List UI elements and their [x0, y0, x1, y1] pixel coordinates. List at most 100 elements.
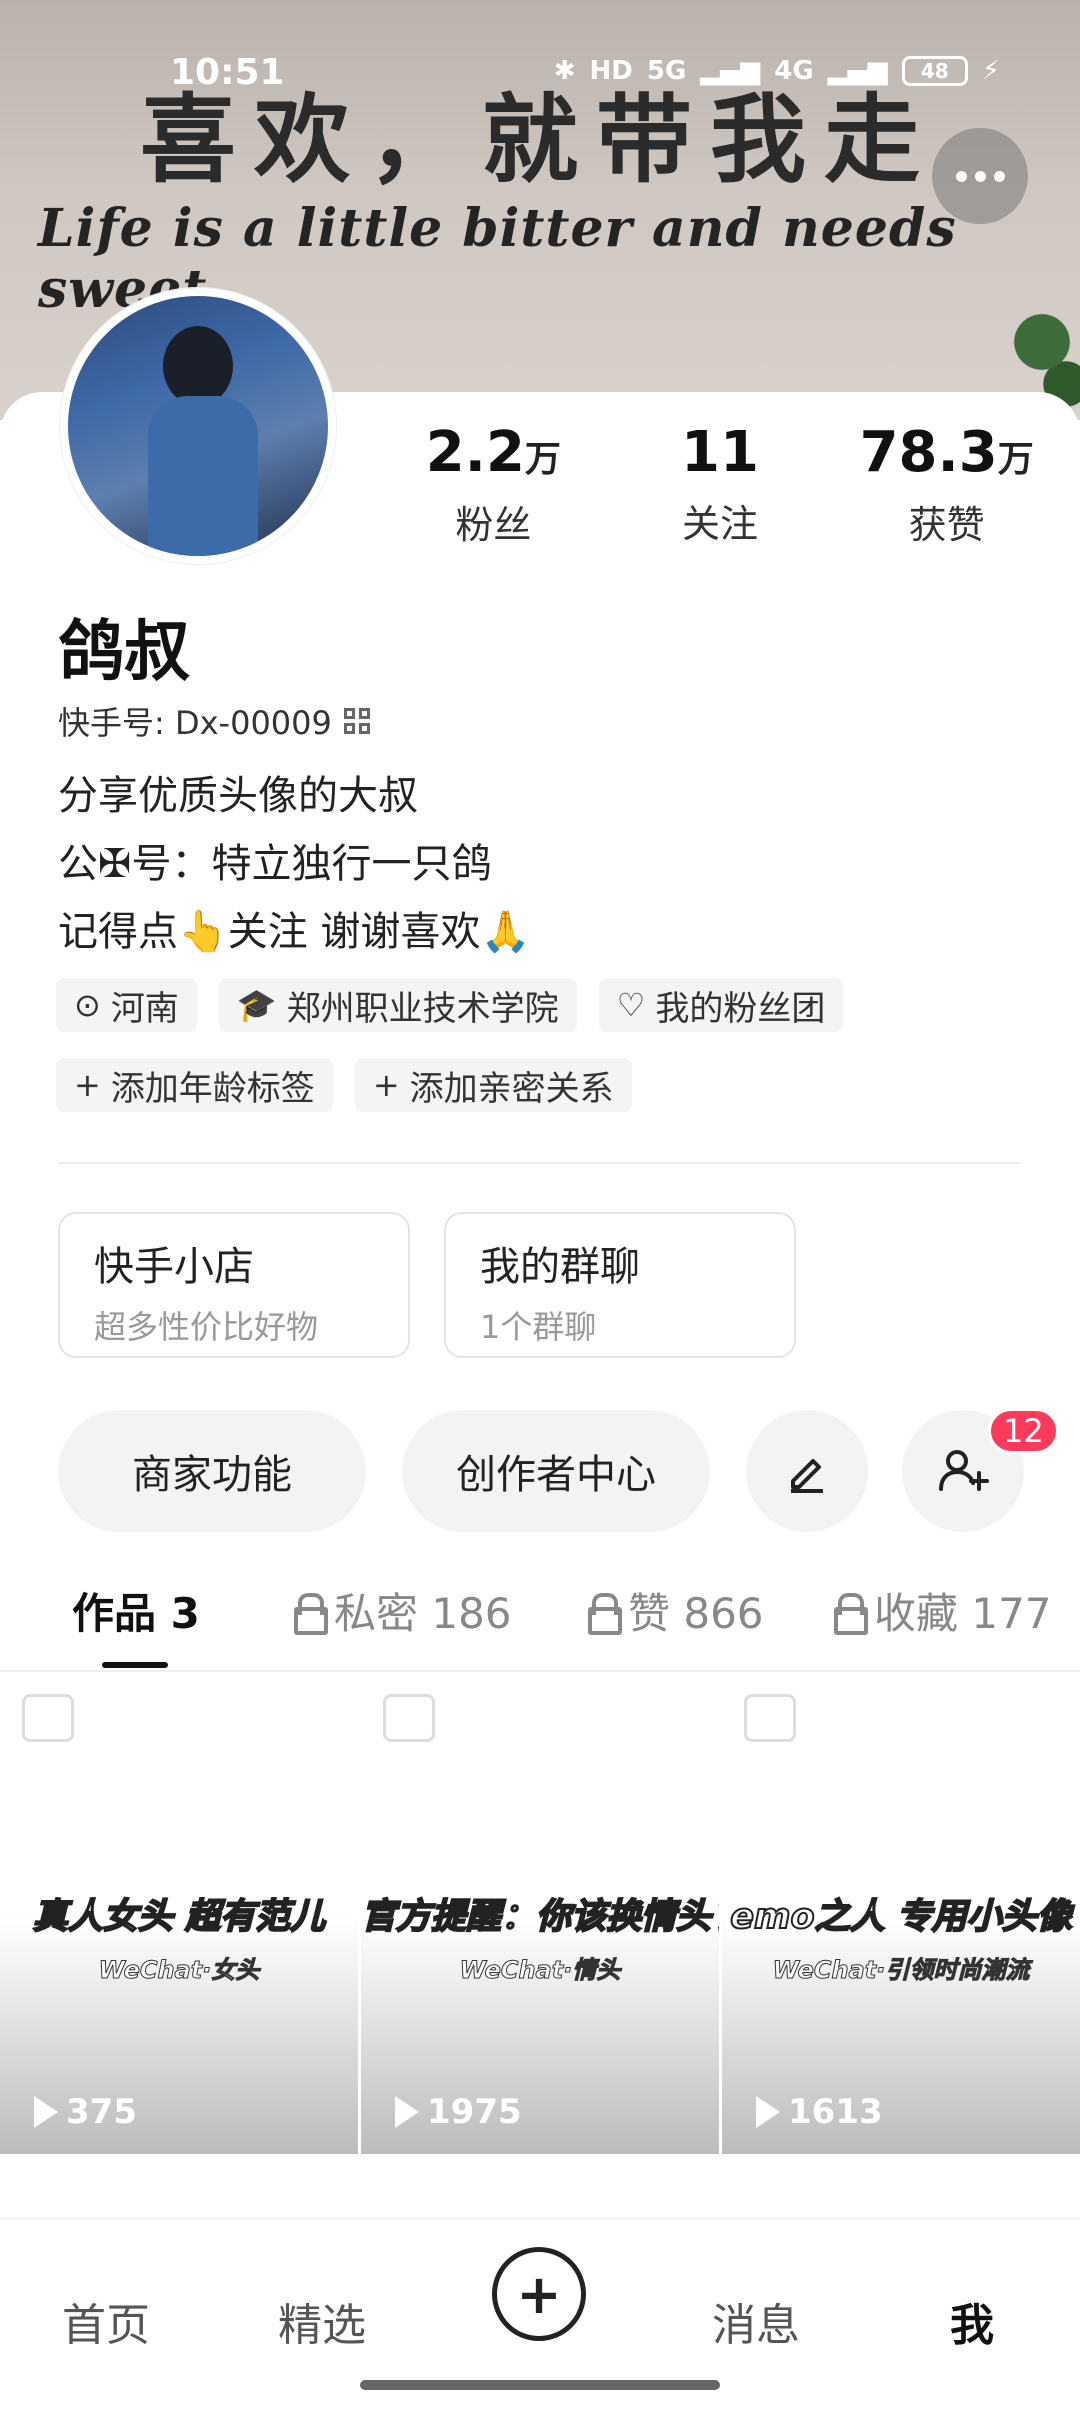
image-placeholder-icon: [383, 1694, 435, 1742]
nav-featured[interactable]: 精选: [278, 2289, 366, 2353]
stat-label: 粉丝: [455, 503, 532, 547]
hd-indicator: HD: [589, 56, 633, 86]
stat-label: 关注: [682, 502, 759, 546]
pencil-icon: [791, 1459, 823, 1493]
home-indicator[interactable]: [360, 2380, 720, 2390]
post-subcaption: WeChat·引领时尚潮流: [772, 1956, 1030, 1985]
signal-icon: ▂▄▆: [700, 56, 761, 86]
graduation-cap-icon: 🎓: [236, 986, 277, 1024]
battery-icon: 48: [901, 56, 968, 86]
stat-following[interactable]: 11 关注: [607, 425, 834, 549]
add-user-icon: [939, 1450, 989, 1491]
status-time: 10:51: [170, 52, 285, 93]
tag-location[interactable]: ⊙ 河南: [56, 978, 197, 1032]
nav-me[interactable]: 我: [950, 2289, 994, 2353]
service-title: 快手小店: [94, 1244, 254, 1290]
status-bar: 10:51 ✱ HD 5G ▂▄▆ 4G ▂▄▆ 48 ⚡: [0, 0, 1080, 140]
profile-bio: 分享优质头像的大叔 公✠号：特立独行一只鸽 记得点👆关注 谢谢喜欢🙏: [58, 762, 530, 966]
more-options-button[interactable]: [932, 128, 1028, 224]
works-grid: 真人女头 超有范儿 WeChat·女头 375 官方提醒：你该换情头了 WeCh…: [0, 1676, 1080, 2154]
signal-icon-2: ▂▄▆: [827, 56, 888, 86]
avatar[interactable]: [60, 288, 336, 564]
service-subtitle: 超多性价比好物: [94, 1308, 319, 1346]
stat-unit: 万: [997, 439, 1034, 480]
plus-icon: +: [372, 1066, 400, 1104]
play-count: 375: [34, 2092, 137, 2132]
tag-label: 郑州职业技术学院: [286, 988, 559, 1029]
lock-icon: [832, 1592, 868, 1635]
stat-fans[interactable]: 2.2万 粉丝: [380, 425, 607, 549]
profile-tags: ⊙ 河南 🎓 郑州职业技术学院 ♡ 我的粉丝团 + 添加年龄标签 + 添加亲密关…: [56, 978, 1036, 1112]
tab-works[interactable]: 作品 3: [72, 1580, 200, 1641]
friend-request-badge: 12: [988, 1408, 1059, 1454]
edit-profile-button[interactable]: [746, 1410, 868, 1532]
kuaishou-id[interactable]: 快手号: Dx-00009: [58, 698, 370, 744]
bio-line: 分享优质头像的大叔: [58, 773, 418, 819]
creator-center-button[interactable]: 创作者中心: [402, 1410, 710, 1532]
stat-likes[interactable]: 78.3万 获赞: [833, 425, 1060, 549]
tag-label: 添加亲密关系: [409, 1068, 614, 1109]
tab-label: 作品 3: [72, 1589, 200, 1638]
content-tabs: 作品 3 私密 186 赞 866 收藏 177: [0, 1568, 1080, 1672]
tag-label: 河南: [110, 988, 179, 1029]
stat-label: 获赞: [908, 503, 985, 547]
profile-stats: 2.2万 粉丝 11 关注 78.3万 获赞: [380, 425, 1060, 549]
tab-liked[interactable]: 赞 866: [586, 1580, 764, 1641]
play-count: 1613: [756, 2092, 883, 2132]
tag-label: 添加年龄标签: [110, 1068, 315, 1109]
nav-messages[interactable]: 消息: [712, 2289, 800, 2353]
stat-unit: 万: [524, 439, 561, 480]
tag-fan-club[interactable]: ♡ 我的粉丝团: [598, 978, 844, 1032]
image-placeholder-icon: [744, 1694, 796, 1742]
divider: [58, 1162, 1020, 1164]
lock-icon: [586, 1592, 622, 1635]
bio-line: 公✠号：特立独行一只鸽: [58, 841, 492, 887]
tag-add-relationship[interactable]: + 添加亲密关系: [354, 1058, 632, 1112]
dot-icon: [974, 170, 986, 182]
play-count-value: 1975: [427, 2092, 522, 2132]
kuaishou-shop-card[interactable]: 快手小店 超多性价比好物: [58, 1212, 410, 1358]
bluetooth-icon: ✱: [553, 56, 576, 86]
post-thumbnail[interactable]: emo之人 专用小头像 WeChat·引领时尚潮流 1613: [722, 1676, 1080, 2154]
service-subtitle: 1个群聊: [480, 1308, 597, 1346]
create-post-button[interactable]: +: [492, 2247, 586, 2341]
tab-label: 私密 186: [334, 1589, 512, 1638]
lock-icon: [292, 1592, 328, 1635]
post-thumbnail[interactable]: 真人女头 超有范儿 WeChat·女头 375: [0, 1676, 358, 2154]
play-icon: [395, 2096, 419, 2128]
qr-code-icon[interactable]: [343, 708, 370, 734]
tag-school[interactable]: 🎓 郑州职业技术学院: [218, 978, 577, 1032]
bio-line: 记得点👆关注 谢谢喜欢🙏: [58, 909, 531, 955]
nav-home[interactable]: 首页: [62, 2289, 150, 2353]
dot-icon: [955, 170, 967, 182]
play-count: 1975: [395, 2092, 522, 2132]
post-subcaption: WeChat·女头: [98, 1956, 260, 1985]
group-chat-card[interactable]: 我的群聊 1个群聊: [444, 1212, 796, 1358]
post-caption: 真人女头 超有范儿: [32, 1896, 326, 1938]
service-title: 我的群聊: [480, 1244, 640, 1290]
heart-icon: ♡: [616, 986, 646, 1024]
tab-favorites[interactable]: 收藏 177: [832, 1580, 1052, 1641]
play-count-value: 1613: [788, 2092, 883, 2132]
kuaishou-id-text: 快手号: Dx-00009: [58, 704, 332, 742]
dot-icon: [993, 170, 1005, 182]
tab-label: 收藏 177: [874, 1589, 1052, 1638]
tag-label: 我的粉丝团: [655, 988, 826, 1029]
system-indicators: ✱ HD 5G ▂▄▆ 4G ▂▄▆ 48 ⚡: [554, 56, 1000, 86]
post-caption: 官方提醒：你该换情头了: [361, 1896, 719, 1938]
image-placeholder-icon: [22, 1694, 74, 1742]
stat-value: 78.3: [859, 420, 998, 485]
location-icon: ⊙: [74, 986, 101, 1024]
post-thumbnail[interactable]: 官方提醒：你该换情头了 WeChat·情头 1975: [361, 1676, 719, 2154]
tab-private[interactable]: 私密 186: [292, 1580, 512, 1641]
active-tab-indicator: [102, 1662, 168, 1668]
tag-add-age[interactable]: + 添加年龄标签: [56, 1058, 333, 1112]
4g-indicator: 4G: [774, 56, 814, 86]
stat-value: 11: [681, 420, 759, 485]
profile-name: 鸽叔: [58, 613, 190, 690]
charging-icon: ⚡: [981, 56, 1000, 86]
post-caption: emo之人 专用小头像: [729, 1896, 1072, 1938]
merchant-features-button[interactable]: 商家功能: [58, 1410, 366, 1532]
post-subcaption: WeChat·情头: [459, 1956, 621, 1985]
play-icon: [756, 2096, 780, 2128]
